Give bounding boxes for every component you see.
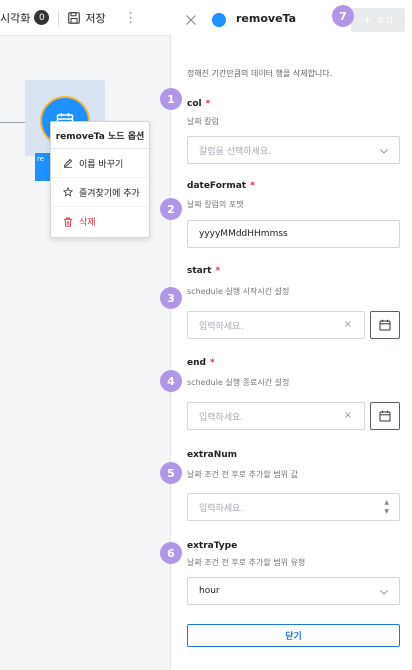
field-help-end: schedule 실행 종료시간 설정 [187,378,290,387]
calendar-icon [379,410,391,422]
extratype-select[interactable]: hour [187,577,400,605]
trash-icon [64,217,72,227]
panel-description: 정해진 기간만큼의 데이터 행을 삭제합니다. [187,69,333,78]
field-help-start: schedule 실행 시작시간 설정 [187,287,290,296]
end-placeholder: 입력하세요. [199,412,244,423]
chevron-down-icon [380,149,388,154]
panel-title: removeTa [236,12,297,25]
plus-icon: + [362,13,372,27]
clear-icon[interactable]: × [344,410,352,421]
menu-item-delete[interactable]: 삭제 [51,207,149,236]
toolbar-divider [58,9,60,26]
required-mark: * [209,358,215,368]
stepper-down-icon[interactable]: ▼ [384,507,389,516]
field-label-extranum: extraNum [187,450,238,460]
context-menu-title: removeTa 노드 옵션 [51,122,149,149]
clear-icon[interactable]: × [344,319,352,330]
start-input[interactable]: 입력하세요. × [187,311,365,339]
extranum-input[interactable]: 입력하세요. ▲ ▼ [187,493,400,521]
star-icon [63,187,73,197]
field-help-extranum: 날짜 조건 전 후로 추가할 범위 값 [187,470,298,479]
close-button[interactable]: 닫기 [187,624,400,647]
pencil-icon [63,158,73,168]
menu-item-favorite[interactable]: 즐겨찾기에 추가 [51,178,149,207]
end-input[interactable]: 입력하세요. × [187,402,365,430]
save-label: 저장 [85,11,106,25]
save-icon [68,11,81,24]
step-badge-2: 2 [160,198,182,220]
extranum-placeholder: 입력하세요. [199,503,244,514]
visualize-button[interactable]: 시각화 [0,10,30,26]
end-calendar-button[interactable] [370,402,400,430]
dateformat-input[interactable]: yyyyMMddHHmmss [187,220,400,248]
start-placeholder: 입력하세요. [199,321,244,332]
panel-header: removeTa + 추가 [171,0,412,42]
field-help-dateformat: 날짜 칼럼의 포맷 [187,200,244,209]
required-mark: * [205,99,211,109]
menu-item-rename[interactable]: 이름 바꾸기 [51,149,149,178]
menu-item-label: 즐겨찾기에 추가 [79,188,140,199]
required-mark: * [215,266,221,276]
step-badge-4: 4 [160,370,182,392]
add-button-label: 추가 [376,16,394,27]
number-stepper[interactable]: ▲ ▼ [384,498,389,516]
field-label-col: col * [187,99,211,109]
step-badge-7: 7 [332,5,354,27]
save-button[interactable]: 저장 [68,10,106,26]
visualize-count-badge: 0 [34,10,50,25]
col-select[interactable]: 칼럼을 선택하세요. [187,136,400,164]
canvas-toolbar: 시각화 0 저장 ⋮ [0,0,171,36]
field-label-start: start * [187,266,221,276]
step-badge-6: 6 [160,542,182,564]
step-badge-1: 1 [160,88,182,110]
node-color-dot [212,13,226,27]
node-settings-panel: removeTa + 추가 정해진 기간만큼의 데이터 행을 삭제합니다. co… [171,0,412,670]
field-help-col: 날짜 칼럼 [187,117,219,126]
field-label-extratype: extraType [187,541,238,551]
field-label-end: end * [187,358,215,368]
menu-item-label: 이름 바꾸기 [79,159,124,170]
field-label-dateformat: dateFormat * [187,181,255,191]
field-help-extratype: 날짜 조건 전 후로 추가할 범위 유형 [187,558,306,567]
col-select-placeholder: 칼럼을 선택하세요. [199,146,271,157]
step-badge-5: 5 [160,462,182,484]
extratype-value: hour [199,586,220,596]
node-context-menu: removeTa 노드 옵션 이름 바꾸기 즐겨찾기에 추가 삭제 [50,121,150,238]
close-icon[interactable] [185,14,197,26]
menu-item-label: 삭제 [79,218,96,228]
required-mark: * [250,181,255,191]
workflow-canvas[interactable]: 시각화 0 저장 ⋮ re removeTa 노드 옵션 이름 바꾸기 즐겨찾기… [0,0,171,670]
step-badge-3: 3 [160,287,182,309]
start-calendar-button[interactable] [370,311,400,339]
more-vertical-icon[interactable]: ⋮ [124,11,138,25]
stepper-up-icon[interactable]: ▲ [384,498,389,507]
dateformat-value: yyyyMMddHHmmss [199,229,288,239]
chevron-down-icon [380,590,388,595]
add-button[interactable]: + 추가 [351,8,405,32]
calendar-icon [379,319,391,331]
